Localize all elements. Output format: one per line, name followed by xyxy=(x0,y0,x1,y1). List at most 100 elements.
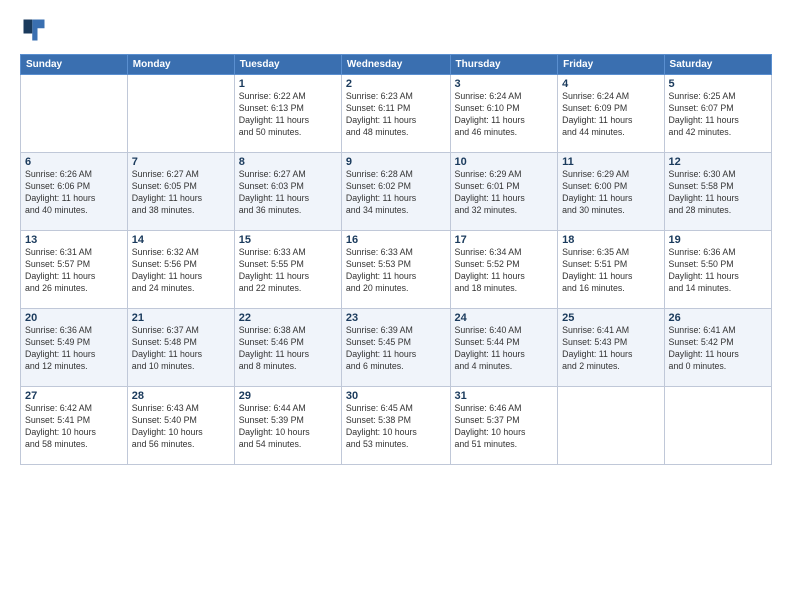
calendar-cell: 4Sunrise: 6:24 AMSunset: 6:09 PMDaylight… xyxy=(558,75,664,153)
day-info: Sunrise: 6:37 AMSunset: 5:48 PMDaylight:… xyxy=(132,325,230,373)
day-info: Sunrise: 6:46 AMSunset: 5:37 PMDaylight:… xyxy=(455,403,554,451)
day-number: 31 xyxy=(455,390,554,402)
day-of-week-header: Tuesday xyxy=(234,55,341,75)
day-info: Sunrise: 6:40 AMSunset: 5:44 PMDaylight:… xyxy=(455,325,554,373)
day-info: Sunrise: 6:39 AMSunset: 5:45 PMDaylight:… xyxy=(346,325,446,373)
logo xyxy=(20,16,52,44)
day-info: Sunrise: 6:25 AMSunset: 6:07 PMDaylight:… xyxy=(669,91,767,139)
calendar-cell: 2Sunrise: 6:23 AMSunset: 6:11 PMDaylight… xyxy=(341,75,450,153)
day-info: Sunrise: 6:36 AMSunset: 5:50 PMDaylight:… xyxy=(669,247,767,295)
day-number: 11 xyxy=(562,156,659,168)
day-info: Sunrise: 6:31 AMSunset: 5:57 PMDaylight:… xyxy=(25,247,123,295)
day-info: Sunrise: 6:43 AMSunset: 5:40 PMDaylight:… xyxy=(132,403,230,451)
day-info: Sunrise: 6:34 AMSunset: 5:52 PMDaylight:… xyxy=(455,247,554,295)
day-number: 3 xyxy=(455,78,554,90)
day-of-week-header: Saturday xyxy=(664,55,771,75)
calendar-cell: 6Sunrise: 6:26 AMSunset: 6:06 PMDaylight… xyxy=(21,153,128,231)
day-number: 20 xyxy=(25,312,123,324)
calendar-cell xyxy=(664,387,771,465)
calendar-cell: 1Sunrise: 6:22 AMSunset: 6:13 PMDaylight… xyxy=(234,75,341,153)
day-number: 22 xyxy=(239,312,337,324)
calendar-cell: 24Sunrise: 6:40 AMSunset: 5:44 PMDayligh… xyxy=(450,309,558,387)
calendar-cell: 16Sunrise: 6:33 AMSunset: 5:53 PMDayligh… xyxy=(341,231,450,309)
day-number: 4 xyxy=(562,78,659,90)
calendar-cell: 23Sunrise: 6:39 AMSunset: 5:45 PMDayligh… xyxy=(341,309,450,387)
calendar-cell: 27Sunrise: 6:42 AMSunset: 5:41 PMDayligh… xyxy=(21,387,128,465)
calendar: SundayMondayTuesdayWednesdayThursdayFrid… xyxy=(20,54,772,465)
day-number: 25 xyxy=(562,312,659,324)
day-of-week-header: Friday xyxy=(558,55,664,75)
day-of-week-header: Wednesday xyxy=(341,55,450,75)
calendar-cell: 11Sunrise: 6:29 AMSunset: 6:00 PMDayligh… xyxy=(558,153,664,231)
day-number: 9 xyxy=(346,156,446,168)
day-of-week-header: Thursday xyxy=(450,55,558,75)
day-number: 27 xyxy=(25,390,123,402)
calendar-cell: 29Sunrise: 6:44 AMSunset: 5:39 PMDayligh… xyxy=(234,387,341,465)
calendar-cell: 3Sunrise: 6:24 AMSunset: 6:10 PMDaylight… xyxy=(450,75,558,153)
page: SundayMondayTuesdayWednesdayThursdayFrid… xyxy=(0,0,792,612)
calendar-cell: 20Sunrise: 6:36 AMSunset: 5:49 PMDayligh… xyxy=(21,309,128,387)
day-info: Sunrise: 6:38 AMSunset: 5:46 PMDaylight:… xyxy=(239,325,337,373)
day-info: Sunrise: 6:27 AMSunset: 6:03 PMDaylight:… xyxy=(239,169,337,217)
logo-icon xyxy=(20,16,48,44)
calendar-cell: 19Sunrise: 6:36 AMSunset: 5:50 PMDayligh… xyxy=(664,231,771,309)
day-info: Sunrise: 6:29 AMSunset: 6:01 PMDaylight:… xyxy=(455,169,554,217)
calendar-cell xyxy=(21,75,128,153)
day-info: Sunrise: 6:29 AMSunset: 6:00 PMDaylight:… xyxy=(562,169,659,217)
day-info: Sunrise: 6:33 AMSunset: 5:55 PMDaylight:… xyxy=(239,247,337,295)
day-info: Sunrise: 6:41 AMSunset: 5:43 PMDaylight:… xyxy=(562,325,659,373)
day-number: 6 xyxy=(25,156,123,168)
day-number: 1 xyxy=(239,78,337,90)
day-info: Sunrise: 6:41 AMSunset: 5:42 PMDaylight:… xyxy=(669,325,767,373)
day-info: Sunrise: 6:22 AMSunset: 6:13 PMDaylight:… xyxy=(239,91,337,139)
day-number: 5 xyxy=(669,78,767,90)
day-number: 19 xyxy=(669,234,767,246)
calendar-cell: 26Sunrise: 6:41 AMSunset: 5:42 PMDayligh… xyxy=(664,309,771,387)
calendar-cell: 12Sunrise: 6:30 AMSunset: 5:58 PMDayligh… xyxy=(664,153,771,231)
day-info: Sunrise: 6:36 AMSunset: 5:49 PMDaylight:… xyxy=(25,325,123,373)
calendar-cell xyxy=(558,387,664,465)
day-number: 15 xyxy=(239,234,337,246)
calendar-cell: 5Sunrise: 6:25 AMSunset: 6:07 PMDaylight… xyxy=(664,75,771,153)
calendar-cell: 7Sunrise: 6:27 AMSunset: 6:05 PMDaylight… xyxy=(127,153,234,231)
day-number: 2 xyxy=(346,78,446,90)
calendar-cell: 31Sunrise: 6:46 AMSunset: 5:37 PMDayligh… xyxy=(450,387,558,465)
day-number: 10 xyxy=(455,156,554,168)
day-info: Sunrise: 6:42 AMSunset: 5:41 PMDaylight:… xyxy=(25,403,123,451)
day-info: Sunrise: 6:24 AMSunset: 6:10 PMDaylight:… xyxy=(455,91,554,139)
day-info: Sunrise: 6:27 AMSunset: 6:05 PMDaylight:… xyxy=(132,169,230,217)
day-info: Sunrise: 6:33 AMSunset: 5:53 PMDaylight:… xyxy=(346,247,446,295)
day-number: 30 xyxy=(346,390,446,402)
calendar-cell: 13Sunrise: 6:31 AMSunset: 5:57 PMDayligh… xyxy=(21,231,128,309)
day-number: 29 xyxy=(239,390,337,402)
day-info: Sunrise: 6:32 AMSunset: 5:56 PMDaylight:… xyxy=(132,247,230,295)
calendar-cell: 22Sunrise: 6:38 AMSunset: 5:46 PMDayligh… xyxy=(234,309,341,387)
day-of-week-header: Sunday xyxy=(21,55,128,75)
day-number: 13 xyxy=(25,234,123,246)
calendar-cell: 30Sunrise: 6:45 AMSunset: 5:38 PMDayligh… xyxy=(341,387,450,465)
day-info: Sunrise: 6:45 AMSunset: 5:38 PMDaylight:… xyxy=(346,403,446,451)
day-number: 26 xyxy=(669,312,767,324)
header xyxy=(20,16,772,44)
day-number: 16 xyxy=(346,234,446,246)
calendar-cell: 28Sunrise: 6:43 AMSunset: 5:40 PMDayligh… xyxy=(127,387,234,465)
day-number: 18 xyxy=(562,234,659,246)
day-number: 7 xyxy=(132,156,230,168)
day-info: Sunrise: 6:35 AMSunset: 5:51 PMDaylight:… xyxy=(562,247,659,295)
calendar-cell: 21Sunrise: 6:37 AMSunset: 5:48 PMDayligh… xyxy=(127,309,234,387)
day-number: 28 xyxy=(132,390,230,402)
day-number: 8 xyxy=(239,156,337,168)
day-number: 14 xyxy=(132,234,230,246)
day-number: 23 xyxy=(346,312,446,324)
calendar-cell: 9Sunrise: 6:28 AMSunset: 6:02 PMDaylight… xyxy=(341,153,450,231)
calendar-cell: 18Sunrise: 6:35 AMSunset: 5:51 PMDayligh… xyxy=(558,231,664,309)
day-number: 24 xyxy=(455,312,554,324)
calendar-cell: 14Sunrise: 6:32 AMSunset: 5:56 PMDayligh… xyxy=(127,231,234,309)
day-info: Sunrise: 6:24 AMSunset: 6:09 PMDaylight:… xyxy=(562,91,659,139)
day-info: Sunrise: 6:26 AMSunset: 6:06 PMDaylight:… xyxy=(25,169,123,217)
day-number: 21 xyxy=(132,312,230,324)
calendar-cell xyxy=(127,75,234,153)
calendar-cell: 10Sunrise: 6:29 AMSunset: 6:01 PMDayligh… xyxy=(450,153,558,231)
calendar-cell: 17Sunrise: 6:34 AMSunset: 5:52 PMDayligh… xyxy=(450,231,558,309)
day-number: 12 xyxy=(669,156,767,168)
